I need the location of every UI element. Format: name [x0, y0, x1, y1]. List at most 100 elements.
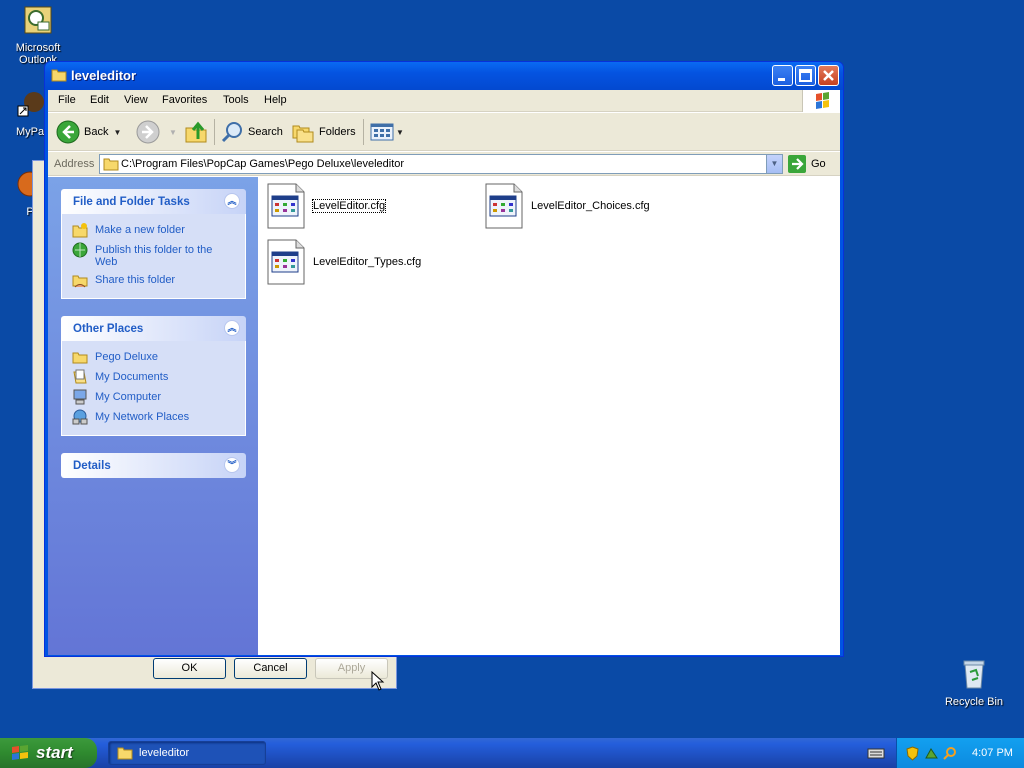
windows-logo — [802, 90, 840, 112]
back-label: Back — [84, 126, 109, 138]
recycle-bin-icon — [963, 660, 985, 689]
maximize-button[interactable] — [795, 65, 816, 86]
panel-header[interactable]: Details ︾ — [61, 453, 246, 478]
details-panel: Details ︾ — [61, 453, 246, 478]
views-icon — [370, 123, 394, 141]
publish-folder-link[interactable]: Publish this folder to the Web — [72, 242, 235, 268]
menu-edit[interactable]: Edit — [90, 94, 109, 106]
panel-header[interactable]: Other Places ︽ — [61, 316, 246, 341]
new-folder-icon — [72, 223, 88, 238]
share-folder-icon — [72, 275, 88, 288]
search-icon[interactable] — [943, 746, 958, 761]
my-computer-link[interactable]: My Computer — [72, 389, 235, 405]
panel-body: Make a new folder Publish this folder to… — [61, 214, 246, 299]
config-file-icon — [267, 239, 305, 285]
file-item[interactable]: LevelEditor.cfg — [266, 182, 387, 230]
desktop-icon-label: Recycle Bin — [944, 696, 1004, 708]
toolbar-separator — [363, 119, 364, 145]
address-value: C:\Program Files\PopCap Games\Pego Delux… — [121, 158, 405, 170]
chevron-down-icon[interactable]: ▼ — [396, 128, 404, 137]
taskbar: start leveleditor 4:07 PM — [0, 738, 1024, 768]
chevron-down-icon[interactable]: ▼ — [169, 128, 177, 137]
folders-label: Folders — [319, 126, 356, 138]
folder-icon — [51, 69, 67, 82]
other-places-panel: Other Places ︽ Pego Deluxe My Documents … — [61, 316, 246, 436]
publish-web-icon — [72, 242, 88, 258]
start-button[interactable]: start — [0, 738, 97, 768]
make-new-folder-link[interactable]: Make a new folder — [72, 222, 235, 238]
close-icon — [823, 70, 834, 81]
share-folder-link[interactable]: Share this folder — [72, 272, 235, 288]
address-input[interactable]: C:\Program Files\PopCap Games\Pego Delux… — [99, 154, 783, 174]
menu-tools[interactable]: Tools — [223, 94, 249, 106]
shortcut-icon — [17, 92, 44, 117]
panel-title: Other Places — [73, 323, 144, 335]
views-button[interactable]: ▼ — [370, 118, 404, 146]
address-label: Address — [54, 158, 95, 170]
maximize-icon — [799, 69, 812, 82]
folder-icon — [72, 352, 88, 364]
my-computer-icon — [73, 389, 87, 405]
file-item[interactable]: LevelEditor_Types.cfg — [266, 238, 421, 286]
menu-view[interactable]: View — [124, 94, 148, 106]
window-title: leveleditor — [71, 68, 137, 83]
file-list: LevelEditor.cfg LevelEditor_Choices.cfg — [258, 177, 840, 691]
folders-icon — [292, 125, 314, 143]
minimize-icon — [778, 78, 785, 81]
close-button[interactable] — [818, 65, 839, 86]
panel-header[interactable]: File and Folder Tasks ︽ — [61, 189, 246, 214]
mouse-cursor-icon — [371, 671, 385, 691]
my-documents-icon — [73, 369, 87, 384]
pego-deluxe-link[interactable]: Pego Deluxe — [72, 349, 235, 365]
minimize-button[interactable] — [772, 65, 793, 86]
go-arrow-icon — [788, 155, 806, 173]
chevron-down-icon[interactable]: ▼ — [113, 128, 121, 137]
file-folder-tasks-panel: File and Folder Tasks ︽ Make a new folde… — [61, 189, 246, 299]
collapse-chevron-icon[interactable]: ︽ — [224, 320, 240, 336]
config-file-icon — [485, 183, 523, 229]
toolbar-separator — [214, 119, 215, 145]
taskbar-item-leveleditor[interactable]: leveleditor — [108, 741, 266, 765]
windows-flag-icon — [816, 92, 829, 109]
forward-button[interactable]: ▼ — [136, 118, 177, 146]
cancel-button[interactable]: Cancel — [234, 658, 307, 679]
explorer-window: leveleditor File Edit View Favorites Too… — [44, 61, 844, 691]
address-dropdown-button[interactable]: ▼ — [766, 155, 782, 173]
desktop-icon-recycle-bin[interactable]: Recycle Bin — [936, 658, 1012, 708]
collapse-chevron-icon[interactable]: ︽ — [224, 193, 240, 209]
menu-bar: File Edit View Favorites Tools Help — [48, 90, 840, 112]
my-documents-link[interactable]: My Documents — [72, 369, 235, 385]
my-network-places-link[interactable]: My Network Places — [72, 409, 235, 425]
clock: 4:07 PM — [972, 747, 1013, 759]
network-places-icon — [72, 409, 88, 425]
taskbar-item-label: leveleditor — [139, 747, 190, 759]
folders-button[interactable]: Folders — [291, 118, 356, 146]
menu-help[interactable]: Help — [264, 94, 287, 106]
file-item[interactable]: LevelEditor_Choices.cfg — [484, 182, 650, 230]
search-label: Search — [248, 126, 283, 138]
folder-icon — [117, 747, 133, 760]
window-client-area: File Edit View Favorites Tools Help Back… — [48, 90, 840, 691]
menu-favorites[interactable]: Favorites — [162, 94, 207, 106]
address-bar: Address C:\Program Files\PopCap Games\Pe… — [48, 152, 840, 176]
standard-toolbar: Back ▼ ▼ Search Folders ▼ — [48, 113, 840, 151]
security-shield-icon[interactable] — [905, 745, 920, 761]
back-button[interactable]: Back ▼ — [56, 118, 121, 146]
keyboard-icon[interactable] — [867, 745, 885, 761]
ok-button[interactable]: OK — [153, 658, 226, 679]
panel-title: Details — [73, 460, 111, 472]
outlook-icon — [24, 6, 52, 34]
go-button[interactable]: Go — [788, 155, 826, 173]
file-name: LevelEditor_Types.cfg — [313, 256, 422, 268]
network-icon[interactable] — [924, 746, 939, 761]
file-name: LevelEditor_Choices.cfg — [531, 200, 650, 212]
go-label: Go — [811, 158, 826, 170]
title-bar[interactable]: leveleditor — [45, 62, 843, 90]
expand-chevron-icon[interactable]: ︾ — [224, 457, 240, 473]
desktop-icon-outlook[interactable]: Microsoft Outlook — [0, 4, 76, 66]
search-icon — [221, 122, 242, 143]
menu-file[interactable]: File — [58, 94, 76, 106]
up-folder-button[interactable] — [184, 118, 212, 146]
search-button[interactable]: Search — [220, 118, 283, 146]
config-file-icon — [267, 183, 305, 229]
